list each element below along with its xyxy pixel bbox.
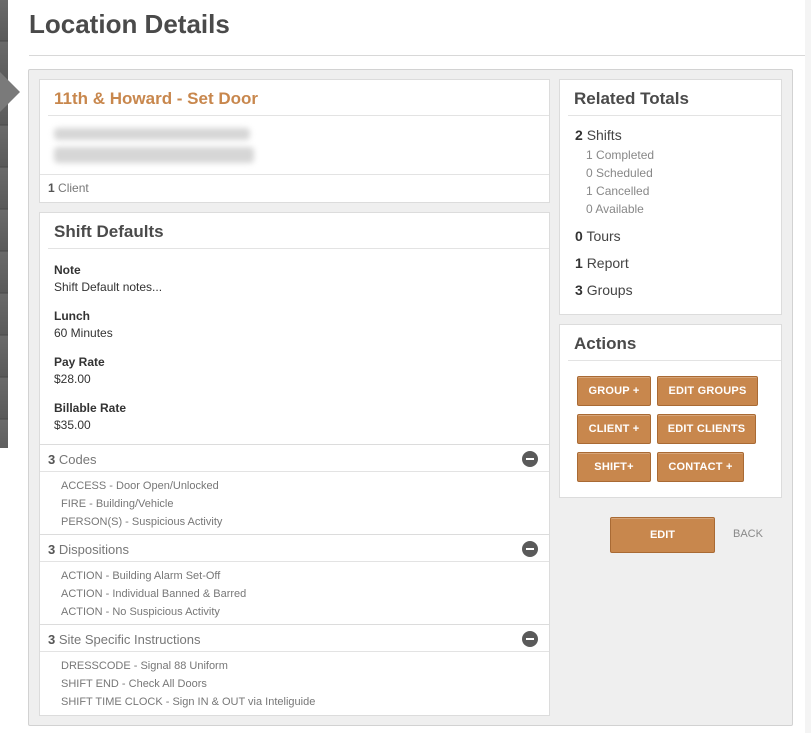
pay-rate-label: Pay Rate: [54, 355, 105, 369]
shifts-count: 2: [575, 127, 583, 143]
note-value: Shift Default notes...: [54, 280, 163, 294]
back-link[interactable]: BACK: [733, 528, 763, 540]
list-item: ACTION - Individual Banned & Barred: [61, 588, 247, 600]
add-contact-button[interactable]: CONTACT +: [657, 452, 744, 482]
client-count-label: Client: [58, 181, 89, 195]
location-card: 11th & Howard - Set Door 1 Client: [39, 79, 550, 203]
collapse-minus-icon[interactable]: [522, 541, 538, 557]
dispositions-count: 3: [48, 542, 56, 557]
list-item: PERSON(S) - Suspicious Activity: [61, 516, 223, 528]
codes-section-label: 3 Codes: [48, 452, 96, 467]
groups-count: 3: [575, 282, 583, 298]
redacted-address-line-2: [54, 147, 254, 163]
groups-label: Groups: [586, 282, 633, 298]
scheduled-label: Scheduled: [596, 166, 653, 180]
list-item: ACCESS - Door Open/Unlocked: [61, 480, 219, 492]
scrollbar[interactable]: [805, 0, 811, 733]
tours-total[interactable]: 0 Tours: [575, 228, 621, 244]
list-item: SHIFT TIME CLOCK - Sign IN & OUT via Int…: [61, 696, 316, 708]
site-instructions-section-header[interactable]: 3 Site Specific Instructions: [40, 624, 549, 652]
site-instructions-count: 3: [48, 632, 56, 647]
cancelled-number: 1: [586, 184, 593, 198]
pay-rate-value: $28.00: [54, 372, 91, 386]
related-totals-heading: Related Totals: [574, 89, 689, 108]
dispositions-section-label: 3 Dispositions: [48, 542, 129, 557]
add-group-button[interactable]: GROUP +: [577, 376, 651, 406]
shift-defaults-heading: Shift Defaults: [54, 222, 164, 241]
location-client-count[interactable]: 1 Client: [48, 181, 89, 195]
dispositions-label: Dispositions: [58, 542, 129, 557]
add-client-button[interactable]: CLIENT +: [577, 414, 651, 444]
shifts-label: Shifts: [586, 127, 622, 143]
scheduled-count: 0 Scheduled: [586, 166, 653, 180]
report-total[interactable]: 1 Report: [575, 255, 629, 271]
shifts-total[interactable]: 2 Shifts: [575, 127, 622, 143]
site-instructions-section-label: 3 Site Specific Instructions: [48, 632, 200, 647]
divider: [568, 115, 781, 116]
actions-heading: Actions: [574, 334, 637, 353]
available-number: 0: [586, 202, 593, 216]
lunch-value: 60 Minutes: [54, 326, 113, 340]
cancelled-count: 1 Cancelled: [586, 184, 649, 198]
available-label: Available: [595, 202, 644, 216]
billable-rate-label: Billable Rate: [54, 401, 127, 415]
completed-label: Completed: [596, 148, 655, 162]
collapse-minus-icon[interactable]: [522, 451, 538, 467]
cancelled-label: Cancelled: [596, 184, 650, 198]
edit-groups-button[interactable]: EDIT GROUPS: [657, 376, 758, 406]
groups-total[interactable]: 3 Groups: [575, 282, 633, 298]
divider: [48, 115, 549, 116]
tours-label: Tours: [586, 228, 621, 244]
divider: [40, 174, 549, 175]
shift-defaults-card: Shift Defaults Note Shift Default notes.…: [39, 212, 550, 716]
list-item: ACTION - Building Alarm Set-Off: [61, 570, 221, 582]
location-name: 11th & Howard - Set Door: [54, 89, 259, 108]
scheduled-number: 0: [586, 166, 593, 180]
completed-number: 1: [586, 148, 593, 162]
related-totals-card: Related Totals 2 Shifts 1 Completed 0 Sc…: [559, 79, 782, 315]
codes-count: 3: [48, 452, 56, 467]
codes-label: Codes: [58, 452, 97, 467]
actions-card: Actions GROUP + EDIT GROUPS CLIENT + EDI…: [559, 324, 782, 498]
add-shift-button[interactable]: SHIFT+: [577, 452, 651, 482]
site-instructions-label: Site Specific Instructions: [58, 632, 201, 647]
report-count: 1: [575, 255, 583, 271]
edit-button[interactable]: EDIT: [610, 517, 715, 553]
codes-section-header[interactable]: 3 Codes: [40, 444, 549, 472]
list-item: DRESSCODE - Signal 88 Uniform: [61, 660, 228, 672]
divider: [48, 248, 549, 249]
collapse-minus-icon[interactable]: [522, 631, 538, 647]
client-count-number: 1: [48, 181, 55, 195]
billable-rate-value: $35.00: [54, 418, 91, 432]
left-nav-strip[interactable]: [0, 0, 8, 448]
list-item: ACTION - No Suspicious Activity: [61, 606, 220, 618]
redacted-address-line-1: [54, 128, 250, 140]
edit-clients-button[interactable]: EDIT CLIENTS: [657, 414, 756, 444]
list-item: FIRE - Building/Vehicle: [61, 498, 174, 510]
title-divider: [29, 55, 811, 56]
lunch-label: Lunch: [54, 309, 90, 323]
report-label: Report: [586, 255, 629, 271]
nav-active-arrow-icon: [0, 72, 20, 112]
divider: [568, 360, 781, 361]
note-label: Note: [54, 263, 81, 277]
page-title: Location Details: [29, 9, 230, 39]
dispositions-section-header[interactable]: 3 Dispositions: [40, 534, 549, 562]
completed-count: 1 Completed: [586, 148, 654, 162]
tours-count: 0: [575, 228, 583, 244]
available-count: 0 Available: [586, 202, 644, 216]
list-item: SHIFT END - Check All Doors: [61, 678, 207, 690]
